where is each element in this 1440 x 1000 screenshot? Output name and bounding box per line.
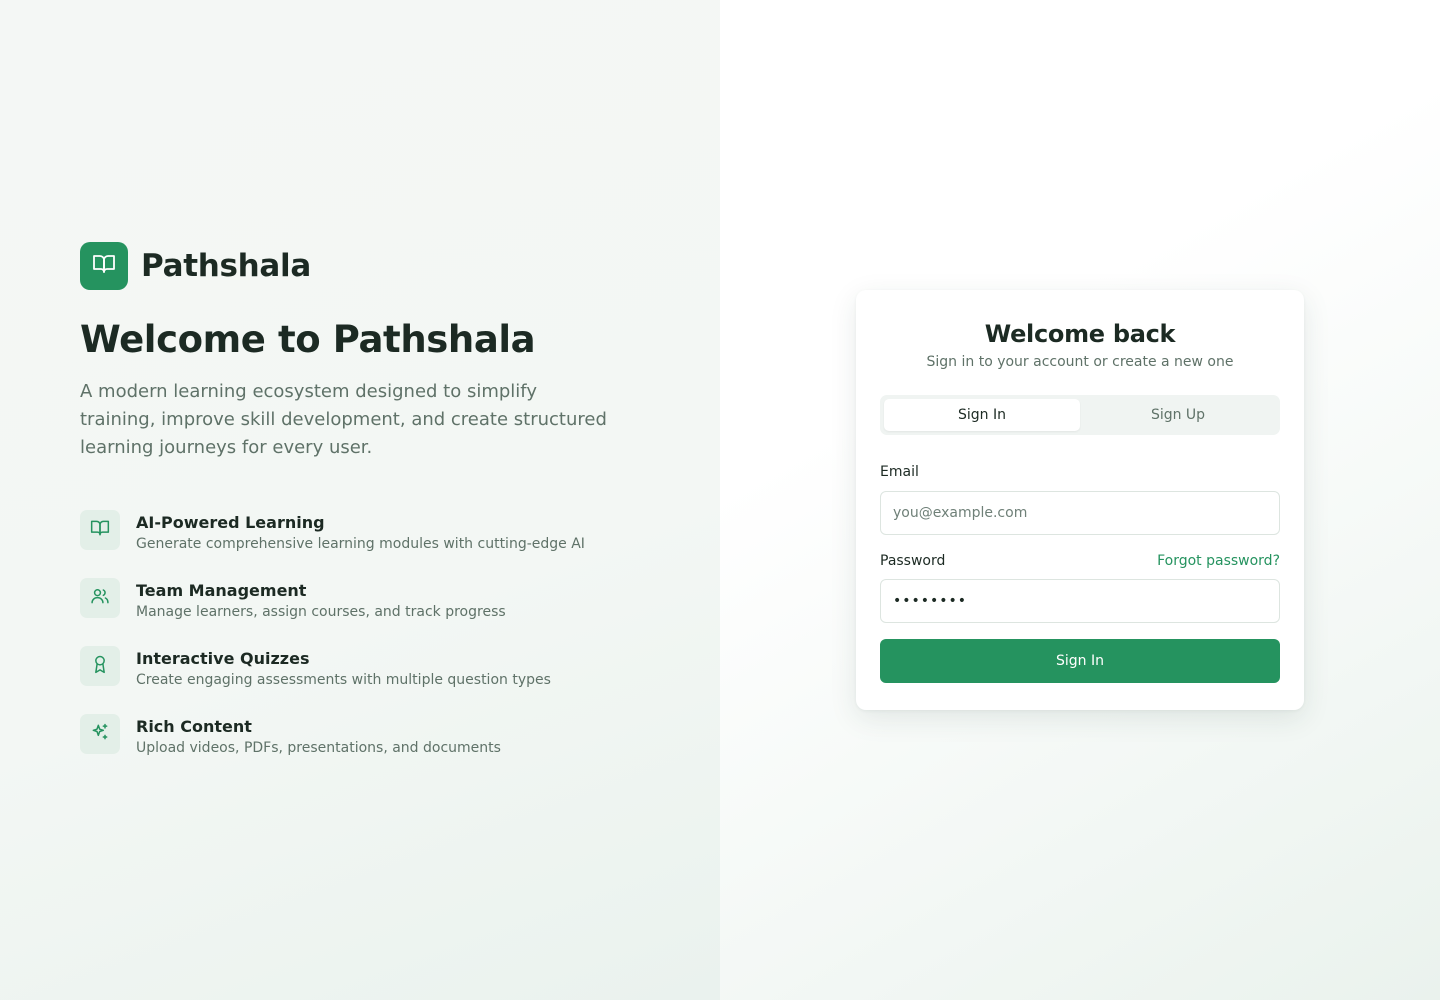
auth-panel: Welcome back Sign in to your account or … xyxy=(720,0,1440,1000)
feature-icon-box xyxy=(80,578,120,618)
tab-sign-in[interactable]: Sign In xyxy=(884,399,1080,431)
sparkles-icon xyxy=(90,722,110,746)
feature-title: Rich Content xyxy=(136,717,252,736)
password-field[interactable] xyxy=(880,579,1280,623)
award-icon xyxy=(90,654,110,678)
logo xyxy=(80,242,128,290)
feature-text: Team Management Manage learners, assign … xyxy=(136,578,506,622)
marketing-panel: Pathshala Welcome to Pathshala A modern … xyxy=(0,0,720,1000)
auth-title: Welcome back xyxy=(984,320,1176,348)
feature-text: Rich Content Upload videos, PDFs, presen… xyxy=(136,714,501,758)
feature-text: AI-Powered Learning Generate comprehensi… xyxy=(136,510,585,554)
book-open-icon xyxy=(92,252,116,280)
feature-description: Manage learners, assign courses, and tra… xyxy=(136,604,506,620)
feature-item: AI-Powered Learning Generate comprehensi… xyxy=(80,510,680,578)
feature-description: Create engaging assessments with multipl… xyxy=(136,672,551,688)
feature-item: Interactive Quizzes Create engaging asse… xyxy=(80,646,680,714)
feature-title: Team Management xyxy=(136,581,307,600)
feature-item: Rich Content Upload videos, PDFs, presen… xyxy=(80,714,680,782)
password-label-row: Password Forgot password? xyxy=(880,553,1280,569)
feature-text: Interactive Quizzes Create engaging asse… xyxy=(136,646,551,690)
feature-title: AI-Powered Learning xyxy=(136,513,325,532)
auth-card: Welcome back Sign in to your account or … xyxy=(856,290,1304,710)
hero-description: A modern learning ecosystem designed to … xyxy=(80,381,607,458)
feature-description: Upload videos, PDFs, presentations, and … xyxy=(136,740,501,756)
hero-title: Welcome to Pathshala xyxy=(80,318,536,361)
auth-subtitle: Sign in to your account or create a new … xyxy=(926,354,1234,370)
feature-item: Team Management Manage learners, assign … xyxy=(80,578,680,646)
email-field[interactable] xyxy=(880,491,1280,535)
feature-title: Interactive Quizzes xyxy=(136,649,310,668)
feature-icon-box xyxy=(80,510,120,550)
brand: Pathshala xyxy=(80,242,311,290)
auth-tabs: Sign In Sign Up xyxy=(880,395,1280,435)
feature-list: AI-Powered Learning Generate comprehensi… xyxy=(80,510,680,782)
feature-description: Generate comprehensive learning modules … xyxy=(136,536,585,552)
book-open-icon xyxy=(90,518,110,542)
sign-in-button[interactable]: Sign In xyxy=(880,639,1280,683)
feature-icon-box xyxy=(80,646,120,686)
tab-sign-up[interactable]: Sign Up xyxy=(1080,399,1276,431)
feature-icon-box xyxy=(80,714,120,754)
forgot-password-link[interactable]: Forgot password? xyxy=(1157,553,1280,569)
brand-name: Pathshala xyxy=(141,248,311,284)
password-label: Password xyxy=(880,553,946,569)
users-icon xyxy=(90,586,110,610)
email-label: Email xyxy=(880,464,919,480)
